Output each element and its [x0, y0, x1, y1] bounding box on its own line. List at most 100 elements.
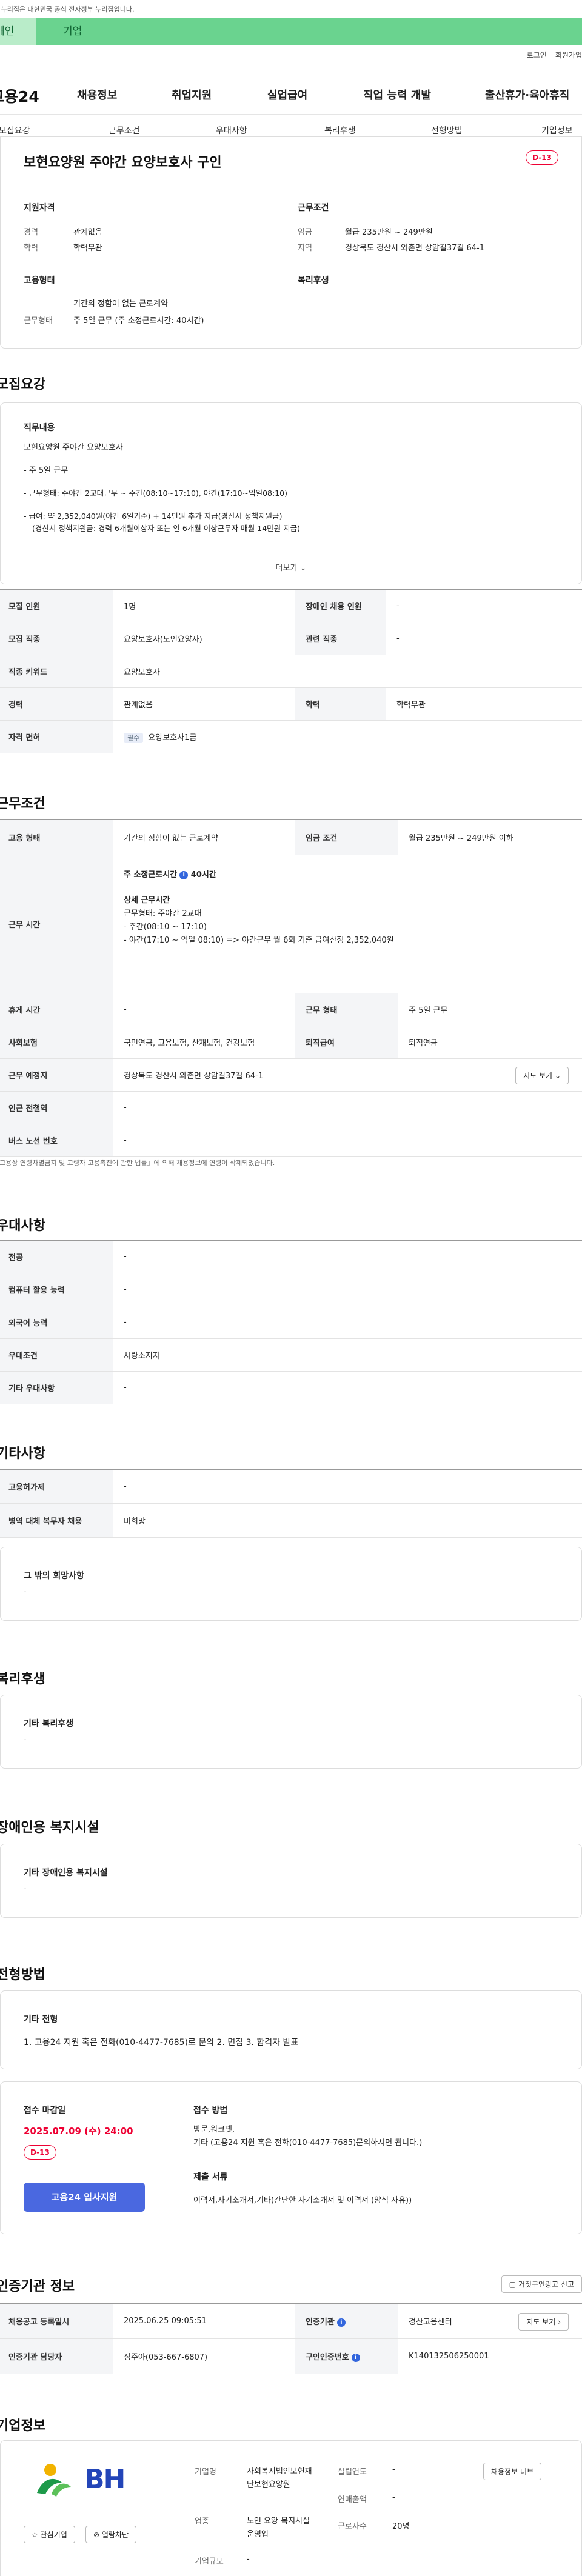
site-logo[interactable]: 고용24: [0, 85, 39, 107]
job-line-2: - 주 5일 근무: [24, 466, 69, 475]
hours-main-value: 40시간: [190, 870, 216, 879]
tab-conditions[interactable]: 근무조건: [109, 124, 140, 136]
cell-label: 전공: [0, 1240, 113, 1273]
info-icon[interactable]: i: [336, 2318, 346, 2327]
info-icon[interactable]: i: [179, 870, 189, 879]
scale-value: -: [247, 2555, 250, 2564]
cell-value: -: [113, 1469, 582, 1504]
table-row: 전공 -: [0, 1240, 582, 1273]
employees-value: 20명: [392, 2522, 410, 2531]
cell-value: 요양보호사: [113, 655, 582, 688]
report-icon: ▢: [509, 2280, 517, 2289]
cell-label: 모집 인원: [0, 589, 113, 622]
scale-label: 기업규모: [195, 2557, 224, 2566]
table-row: 경력 관계없음 학력 학력무관: [0, 687, 582, 721]
hours-detail-2: - 주간(08:10 ~ 17:10): [124, 923, 207, 932]
job-line-3: - 근무형태: 주야간 2교대근무 ~ 주간(08:10~17:10), 야간(…: [24, 489, 288, 498]
cell-label: 관련 직종: [295, 622, 386, 655]
nav-vocational-training[interactable]: 직업 능력 개발: [363, 87, 431, 102]
dday-badge: D-13: [24, 2145, 56, 2160]
cell-value: 경산고용센터 지도 보기 ›: [398, 2303, 582, 2339]
cell-value: 관계없음: [113, 687, 295, 721]
map-button[interactable]: 지도 보기 ›: [518, 2313, 569, 2331]
table-row: 근무 예정지 경상북도 경산시 와촌면 상암길37길 64-1 지도 보기 ⌄: [0, 1058, 582, 1092]
table-row: 병역 대체 복무자 채용 비희망: [0, 1503, 582, 1538]
etc-section-title: 기타사항: [0, 1446, 45, 1461]
table-row: 기타 우대사항 -: [0, 1371, 582, 1404]
cell-value: 학력무관: [386, 687, 582, 721]
worktype-label: 근무형태: [24, 316, 53, 325]
cell-value: -: [113, 1306, 582, 1339]
job-line-1: 보현요양원 주야간 요양보호사: [24, 443, 123, 452]
tab-individual[interactable]: 개인: [0, 18, 36, 45]
cell-label: 병역 대체 복무자 채용: [0, 1503, 113, 1538]
cell-value: 필수 요양보호사1급: [113, 720, 582, 753]
career-value: 관계없음: [73, 228, 102, 237]
preference-section-title: 우대사항: [0, 1218, 45, 1233]
table-row: 사회보험 국민연금, 고용보험, 산재보험, 건강보험 퇴직급여 퇴직연금: [0, 1026, 582, 1059]
org-value: 경산고용센터: [409, 2318, 452, 2327]
disabled-box: 기타 장애인용 복지시설 -: [0, 1844, 582, 1918]
other-wishes-value: -: [24, 1587, 27, 1597]
tab-recruit[interactable]: 모집요강: [0, 124, 30, 136]
apply-button[interactable]: 고용24 입사지원: [24, 2183, 145, 2212]
cell-label: 채용공고 등록일시: [0, 2303, 113, 2339]
other-wishes-box: 그 밖의 희망사항 -: [0, 1547, 582, 1621]
agency-table: 채용공고 등록일시 2025.06.25 09:05:51 인증기관 i 경산고용…: [0, 2303, 582, 2374]
employment-heading: 고용형태: [24, 276, 55, 285]
tab-company[interactable]: 기업: [36, 18, 82, 45]
cell-label: 경력: [0, 687, 113, 721]
year-label: 설립연도: [338, 2468, 367, 2477]
tab-welfare[interactable]: 복리후생: [324, 124, 356, 136]
table-row: 고용 형태 기간의 정함이 없는 근로계약 임금 조건 월급 235만원 ~ 2…: [0, 819, 582, 855]
nav-unemployment-benefit[interactable]: 실업급여: [267, 87, 307, 102]
region-value: 경상북도 경산시 와촌면 상암길37길 64-1: [345, 244, 485, 253]
nav-jobs[interactable]: 채용정보: [77, 87, 117, 102]
tab-company[interactable]: 기업정보: [541, 124, 573, 136]
job-line-4: - 급여: 약 2,352,040원(야간 6일기준) + 14만원 추가 지급…: [24, 512, 283, 521]
cell-label: 근무 시간: [0, 855, 113, 993]
preference-table: 전공 - 컴퓨터 활용 능력 - 외국어 능력 - 우대조건 차량소지자 기타 우대사항…: [0, 1240, 582, 1404]
map-button[interactable]: 지도 보기 ⌄: [515, 1067, 569, 1084]
info-icon[interactable]: i: [351, 2353, 360, 2362]
cell-value: -: [386, 622, 582, 655]
favorite-button[interactable]: ☆ 관심기업: [24, 2526, 75, 2543]
nav-employment-support[interactable]: 취업지원: [172, 87, 212, 102]
report-button[interactable]: ▢ 거짓구인광고 신고: [501, 2275, 582, 2293]
cell-label: 고용허가제: [0, 1469, 113, 1504]
table-row: 모집 인원 1명 장애인 채용 인원 -: [0, 589, 582, 622]
year-value: -: [392, 2465, 395, 2474]
tab-preference[interactable]: 우대사항: [216, 124, 247, 136]
recruit-section-title: 모집요강: [0, 377, 45, 392]
cell-value: 차량소지자: [113, 1338, 582, 1372]
join-link[interactable]: 회원가입: [555, 50, 582, 60]
block-button[interactable]: ⊘ 열람차단: [85, 2526, 137, 2543]
job-line-5: (경산시 정책지원금: 경력 6개월이상자 또는 인 6개월 이상근무자 매월 …: [32, 524, 301, 533]
cell-label: 사회보험: [0, 1026, 113, 1059]
chevron-right-icon: ›: [558, 2318, 561, 2326]
cell-value: -: [113, 1124, 582, 1157]
more-button[interactable]: 더보기 ⌄: [1, 550, 581, 584]
table-row: 우대조건 차량소지자: [0, 1338, 582, 1372]
job-description-box: 직무내용 보현요양원 주야간 요양보호사 - 주 5일 근무 - 근무형태: 주…: [0, 402, 582, 584]
cell-label: 인근 전철역: [0, 1091, 113, 1124]
other-wishes-heading: 그 밖의 희망사항: [24, 1571, 84, 1581]
more-jobs-button[interactable]: 채용정보 더보: [483, 2463, 542, 2480]
cell-value: 정주아(053-667-6807): [113, 2338, 295, 2374]
selection-box: 기타 전형 1. 고용24 지원 혹은 전화(010-4477-7685)로 문…: [0, 1990, 582, 2069]
hours-detail-1: 근무형태: 주야간 2교대: [124, 909, 202, 918]
cell-label: 고용 형태: [0, 819, 113, 855]
job-title: 보현요양원 주야간 요양보호사 구인: [24, 155, 222, 170]
cell-label: 모집 직종: [0, 622, 113, 655]
login-link[interactable]: 로그인: [527, 50, 547, 60]
nav-parental-leave[interactable]: 출산휴가·육아휴직: [485, 87, 569, 102]
company-name-label: 기업명: [195, 2468, 216, 2477]
map-button-label: 지도 보기: [526, 2318, 556, 2326]
region-label: 지역: [298, 244, 312, 253]
tab-selection[interactable]: 전형방법: [431, 124, 463, 136]
hours-detail-3: - 야간(17:10 ~ 익일 08:10) => 야간근무 월 6회 기준 급…: [124, 936, 394, 945]
career-label: 경력: [24, 228, 38, 237]
selection-box-heading: 기타 전형: [24, 2015, 58, 2024]
cell-label: 근무 형태: [295, 993, 398, 1026]
gov-notice-bar: 이 누리집은 대한민국 공식 전자정부 누리집입니다.: [0, 0, 582, 17]
